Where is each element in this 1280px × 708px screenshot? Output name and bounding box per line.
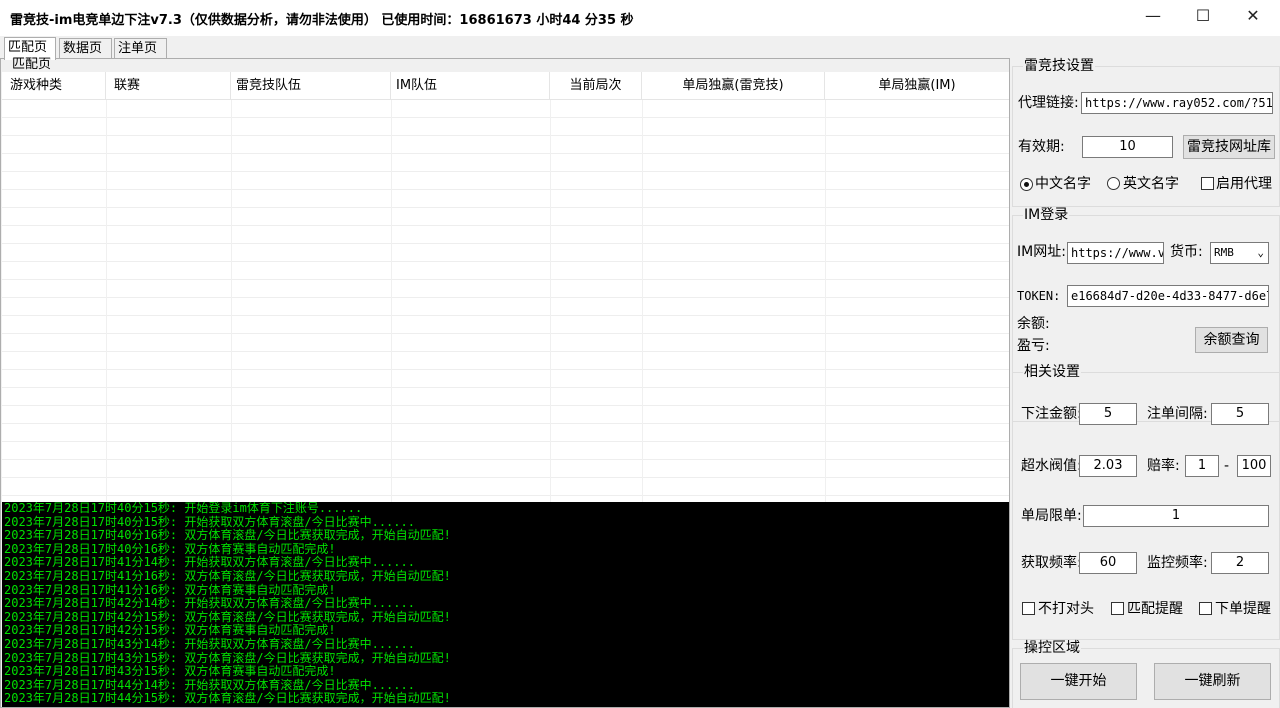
odds-label: 赔率: — [1147, 458, 1180, 474]
maximize-icon[interactable]: ☐ — [1178, 0, 1228, 30]
im-login-legend: IM登录 — [1023, 207, 1070, 223]
related-settings-group: 相关设置 下注金额: 5 注单间隔: 5 超水阀值: 2.03 赔率: 1 - … — [1012, 364, 1280, 640]
token-input[interactable]: e16684d7-d20e-4d33-8477-d6e75 — [1067, 285, 1269, 307]
log-line: 2023年7月28日17时42分14秒: 开始获取双方体育滚盘/今日比赛中...… — [4, 596, 415, 611]
control-legend: 操控区域 — [1023, 640, 1081, 656]
col-current-round[interactable]: 当前局次 — [550, 72, 642, 100]
log-line: 2023年7月28日17时40分15秒: 开始登录im体育下注账号...... — [4, 502, 363, 515]
col-im-team[interactable]: IM队伍 — [391, 72, 550, 100]
refresh-button[interactable]: 一键刷新 — [1154, 663, 1271, 700]
radio-chinese-label: 中文名字 — [1035, 176, 1091, 192]
tab-data[interactable]: 数据页 — [59, 38, 112, 59]
no-head-to-head-label: 不打对头 — [1038, 601, 1094, 617]
chevron-down-icon: ⌄ — [1257, 246, 1264, 259]
monitor-freq-input[interactable]: 2 — [1211, 552, 1269, 574]
im-url-input[interactable]: https://www.vl — [1067, 242, 1164, 264]
odds-max-input[interactable]: 100 — [1237, 455, 1271, 477]
im-url-label: IM网址: — [1017, 244, 1066, 260]
currency-value: RMB — [1214, 246, 1234, 259]
match-alert-label: 匹配提醒 — [1127, 601, 1183, 617]
col-game-type[interactable]: 游戏种类 — [2, 72, 106, 100]
col-im-odds[interactable]: 单局独赢(IM) — [825, 72, 1009, 100]
window-title: 雷竞技-im电竞单边下注v7.3（仅供数据分析，请勿非法使用） 已使用时间：16… — [10, 13, 634, 28]
match-alert-checkbox[interactable] — [1111, 602, 1124, 615]
table-body — [2, 100, 1009, 502]
single-limit-label: 单局限单: — [1021, 508, 1082, 524]
log-line: 2023年7月28日17时41分14秒: 开始获取双方体育滚盘/今日比赛中...… — [4, 555, 415, 570]
match-table[interactable]: 游戏种类 联赛 雷竞技队伍 IM队伍 当前局次 单局独赢(雷竞技) 单局独赢(I… — [2, 72, 1009, 502]
bet-amount-label: 下注金额: — [1021, 406, 1082, 422]
odds-min-input[interactable]: 1 — [1185, 455, 1219, 477]
bet-interval-input[interactable]: 5 — [1211, 403, 1269, 425]
token-label: TOKEN: — [1017, 289, 1061, 303]
url-library-button[interactable]: 雷竞技网址库 — [1183, 135, 1275, 159]
order-alert-checkbox[interactable] — [1199, 602, 1212, 615]
col-ray-team[interactable]: 雷竞技队伍 — [231, 72, 391, 100]
overflow-threshold-input[interactable]: 2.03 — [1079, 455, 1137, 477]
profit-label: 盈亏: — [1017, 338, 1050, 354]
col-league[interactable]: 联赛 — [106, 72, 231, 100]
log-line: 2023年7月28日17时40分16秒: 双方体育滚盘/今日比赛获取完成，开始自… — [4, 528, 451, 543]
balance-query-button[interactable]: 余额查询 — [1195, 327, 1268, 353]
balance-label: 余额: — [1017, 316, 1050, 332]
log-line: 2023年7月28日17时41分16秒: 双方体育滚盘/今日比赛获取完成，开始自… — [4, 568, 451, 583]
validity-input[interactable]: 10 — [1082, 136, 1173, 158]
col-ray-odds[interactable]: 单局独赢(雷竞技) — [642, 72, 825, 100]
radio-english-name[interactable] — [1107, 177, 1120, 190]
single-limit-input[interactable]: 1 — [1083, 505, 1269, 527]
enable-proxy-checkbox[interactable] — [1201, 177, 1214, 190]
close-icon[interactable]: ✕ — [1228, 0, 1278, 30]
odds-dash: - — [1224, 458, 1230, 474]
settings-panel: 雷竞技设置 代理链接: https://www.ray052.com/?5160… — [1012, 58, 1280, 708]
currency-select[interactable]: RMB ⌄ — [1210, 242, 1269, 264]
no-head-to-head-checkbox[interactable] — [1022, 602, 1035, 615]
start-button[interactable]: 一键开始 — [1020, 663, 1137, 700]
log-line: 2023年7月28日17时43分14秒: 开始获取双方体育滚盘/今日比赛中...… — [4, 636, 415, 651]
bet-amount-input[interactable]: 5 — [1079, 403, 1137, 425]
log-console[interactable]: 2023年7月28日17时40分15秒: 开始登录im体育下注账号...... 2… — [2, 502, 1009, 707]
match-group-label: 匹配页 — [12, 57, 52, 72]
proxy-link-label: 代理链接: — [1018, 95, 1079, 111]
currency-label: 货币: — [1170, 244, 1203, 260]
order-alert-label: 下单提醒 — [1215, 601, 1271, 617]
ray-settings-group: 雷竞技设置 代理链接: https://www.ray052.com/?5160… — [1012, 58, 1280, 207]
log-line: 2023年7月28日17时43分15秒: 双方体育赛事自动匹配完成! — [4, 664, 336, 679]
radio-chinese-name[interactable] — [1020, 178, 1033, 191]
ray-settings-legend: 雷竞技设置 — [1023, 58, 1095, 74]
enable-proxy-label: 启用代理 — [1216, 176, 1272, 192]
control-group: 操控区域 一键开始 一键刷新 — [1012, 640, 1280, 708]
tab-orders[interactable]: 注单页 — [114, 38, 167, 59]
bet-interval-label: 注单间隔: — [1147, 406, 1208, 422]
radio-english-label: 英文名字 — [1123, 176, 1179, 192]
fetch-freq-input[interactable]: 60 — [1079, 552, 1137, 574]
proxy-link-input[interactable]: https://www.ray052.com/?5160 — [1081, 92, 1273, 114]
minimize-icon[interactable]: — — [1128, 0, 1178, 30]
log-line: 2023年7月28日17时44分15秒: 双方体育滚盘/今日比赛获取完成，开始自… — [4, 691, 451, 706]
title-bar: 雷竞技-im电竞单边下注v7.3（仅供数据分析，请勿非法使用） 已使用时间：16… — [0, 0, 1280, 36]
related-settings-legend: 相关设置 — [1023, 364, 1081, 380]
validity-label: 有效期: — [1018, 139, 1065, 155]
monitor-freq-label: 监控频率: — [1147, 555, 1208, 571]
log-line: 2023年7月28日17时42分15秒: 双方体育赛事自动匹配完成! — [4, 623, 336, 638]
table-header: 游戏种类 联赛 雷竞技队伍 IM队伍 当前局次 单局独赢(雷竞技) 单局独赢(I… — [2, 72, 1009, 100]
fetch-freq-label: 获取频率: — [1021, 555, 1082, 571]
overflow-threshold-label: 超水阀值: — [1021, 458, 1082, 474]
